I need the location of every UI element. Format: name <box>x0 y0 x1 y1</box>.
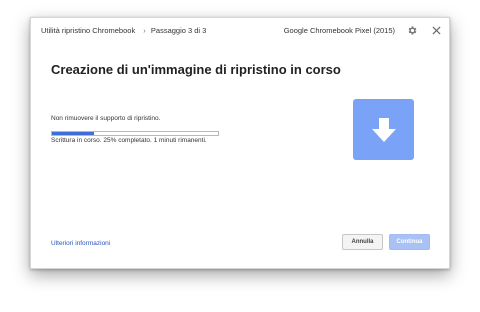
dialog-header: Utilità ripristino Chromebook › Passaggi… <box>31 18 449 44</box>
gear-icon <box>408 25 416 35</box>
breadcrumb: Utilità ripristino Chromebook › Passaggi… <box>41 26 206 35</box>
progress-status-text: Scrittura in corso. 25% completato. 1 mi… <box>51 137 207 144</box>
progress-bar <box>51 131 219 136</box>
dialog-content: Creazione di un'immagine di ripristino i… <box>51 62 429 77</box>
download-arrow-icon <box>371 117 396 142</box>
close-icon <box>431 25 441 35</box>
more-info-link[interactable]: Ulteriori informazioni <box>51 240 110 247</box>
breadcrumb-step: Passaggio 3 di 3 <box>150 26 207 35</box>
breadcrumb-app-name: Utilità ripristino Chromebook <box>41 26 136 35</box>
breadcrumb-separator: › <box>143 26 146 35</box>
warning-text: Non rimuovere il supporto di ripristino. <box>51 115 161 122</box>
device-name: Google Chromebook Pixel (2015) <box>283 26 395 35</box>
download-illustration <box>353 99 414 160</box>
page-title: Creazione di un'immagine di ripristino i… <box>51 62 341 77</box>
continue-button: Continua <box>389 234 430 250</box>
settings-button[interactable] <box>405 23 419 37</box>
cancel-button[interactable]: Annulla <box>342 234 383 250</box>
progress-bar-fill <box>52 132 94 135</box>
close-button[interactable] <box>429 23 443 37</box>
recovery-dialog: Utilità ripristino Chromebook › Passaggi… <box>30 17 450 269</box>
